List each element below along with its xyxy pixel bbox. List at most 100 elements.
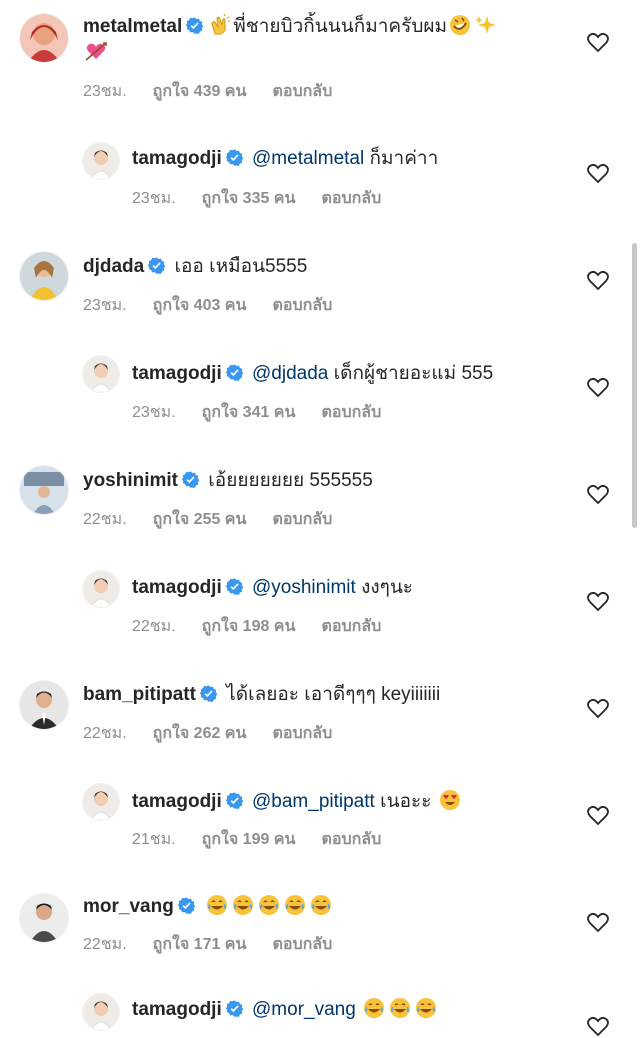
mention-link[interactable]: @yoshinimit [252,577,356,598]
reply-button[interactable]: ตอบกลับ [272,725,332,742]
comment-text: djdada เออ เหมือน5555 [83,254,307,280]
heart-outline-icon[interactable] [586,482,610,506]
avatar[interactable] [20,894,68,942]
comment-text: metalmetal พี่ชายบิวกิ้นนนก็มาครับผม [83,14,499,40]
timestamp: 22ชม. [83,936,127,953]
tears-of-joy-icon [285,895,306,915]
username[interactable]: bam_pitipatt [83,684,196,705]
heart-with-arrow-icon [85,42,107,61]
avatar[interactable] [20,252,68,300]
verified-badge-icon [225,149,243,166]
mention-link[interactable]: @bam_pitipatt [252,791,375,812]
heart-outline-icon[interactable] [586,268,610,292]
verified-badge-icon [225,578,243,595]
mention-link[interactable]: @djdada [252,363,328,384]
comment-text: yoshinimit เอ้ยยยยยยย 555555 [83,468,373,494]
avatar[interactable] [83,571,119,607]
reply-button[interactable]: ตอบกลับ [272,511,332,528]
comment-meta: 22ชม. ถูกใจ 171 คน ตอบกลับ [83,932,358,957]
avatar[interactable] [20,14,68,62]
heart-outline-icon[interactable] [586,589,610,613]
username[interactable]: tamagodji [132,791,222,812]
username[interactable]: tamagodji [132,577,222,598]
tears-of-joy-icon [390,998,411,1018]
username[interactable]: tamagodji [132,999,222,1020]
like-count[interactable]: ถูกใจ 403 คน [153,297,247,314]
comment-meta: 22ชม. ถูกใจ 262 คน ตอบกลับ [83,721,358,746]
like-count[interactable]: ถูกใจ 199 คน [202,831,296,848]
avatar[interactable] [83,356,119,392]
verified-badge-icon [199,685,217,702]
comment-body: เออ เหมือน5555 [174,256,308,277]
avatar[interactable] [20,466,68,514]
comment-body: เอ้ยยยยยยย 555555 [208,470,373,491]
like-count[interactable]: ถูกใจ 255 คน [153,511,247,528]
verified-badge-icon [225,364,243,381]
reply-button[interactable]: ตอบกลับ [321,831,381,848]
comment-text: tamagodji @mor_vang [132,997,439,1023]
username[interactable]: metalmetal [83,16,182,37]
heart-outline-icon[interactable] [586,803,610,827]
avatar[interactable] [83,784,119,820]
heart-outline-icon[interactable] [586,30,610,54]
tears-of-joy-icon [259,895,280,915]
avatar[interactable] [20,681,68,729]
avatar[interactable] [83,994,119,1030]
like-count[interactable]: ถูกใจ 439 คน [153,83,247,100]
username[interactable]: tamagodji [132,148,222,169]
comment-meta: 21ชม. ถูกใจ 199 คน ตอบกลับ [132,827,407,852]
heart-eyes-icon [439,790,460,810]
reply-button[interactable]: ตอบกลับ [272,936,332,953]
like-count[interactable]: ถูกใจ 335 คน [202,190,296,207]
mention-link[interactable]: @metalmetal [252,148,364,169]
comment-body: เด็กผู้ชายอะแม่ 555 [333,363,494,384]
comment-text: tamagodji @bam_pitipatt เนอะะ [132,789,463,815]
like-count[interactable]: ถูกใจ 171 คน [153,936,247,953]
comment-body: ได้เลยอะ เอาดีๆๆๆ keyiiiiiii [226,684,441,705]
verified-badge-icon [148,257,166,274]
tears-of-joy-icon [207,895,228,915]
like-count[interactable]: ถูกใจ 341 คน [202,404,296,421]
comment-body: งงๆนะ [361,577,414,598]
tears-of-joy-icon [416,998,437,1018]
username[interactable]: djdada [83,256,144,277]
timestamp: 22ชม. [83,511,127,528]
avatar[interactable] [83,143,119,179]
like-count[interactable]: ถูกใจ 262 คน [153,725,247,742]
timestamp: 22ชม. [83,725,127,742]
verified-badge-icon [225,792,243,809]
verified-badge-icon [177,897,195,914]
timestamp: 21ชม. [132,831,176,848]
comment-text: tamagodji @metalmetal ก็มาค่าา [132,146,438,172]
heart-outline-icon[interactable] [586,375,610,399]
verified-badge-icon [186,17,204,34]
tears-of-joy-icon [311,895,332,915]
tears-of-joy-icon [364,998,385,1018]
username[interactable]: yoshinimit [83,470,178,491]
heart-outline-icon[interactable] [586,910,610,934]
scrollbar[interactable] [632,243,637,528]
timestamp: 23ชม. [83,297,127,314]
reply-button[interactable]: ตอบกลับ [321,618,381,635]
reply-button[interactable]: ตอบกลับ [321,404,381,421]
reply-button[interactable]: ตอบกลับ [272,297,332,314]
reply-button[interactable]: ตอบกลับ [321,190,381,207]
comment-text: tamagodji @yoshinimit งงๆนะ [132,575,413,601]
username[interactable]: mor_vang [83,896,174,917]
verified-badge-icon [225,1000,243,1017]
comment-meta: 23ชม. ถูกใจ 439 คน ตอบกลับ [83,79,358,104]
username[interactable]: tamagodji [132,363,222,384]
tears-of-joy-icon [233,895,254,915]
comment-meta: 23ชม. ถูกใจ 335 คน ตอบกลับ [132,186,407,211]
heart-outline-icon[interactable] [586,696,610,720]
timestamp: 22ชม. [132,618,176,635]
heart-outline-icon[interactable] [586,161,610,185]
heart-outline-icon[interactable] [586,1014,610,1038]
comment-body: เนอะะ [380,791,432,812]
reply-button[interactable]: ตอบกลับ [272,83,332,100]
mention-link[interactable]: @mor_vang [252,999,356,1020]
clapping-hands-icon [211,14,231,35]
like-count[interactable]: ถูกใจ 198 คน [202,618,296,635]
timestamp: 23ชม. [132,190,176,207]
comment-meta: 23ชม. ถูกใจ 341 คน ตอบกลับ [132,400,407,425]
